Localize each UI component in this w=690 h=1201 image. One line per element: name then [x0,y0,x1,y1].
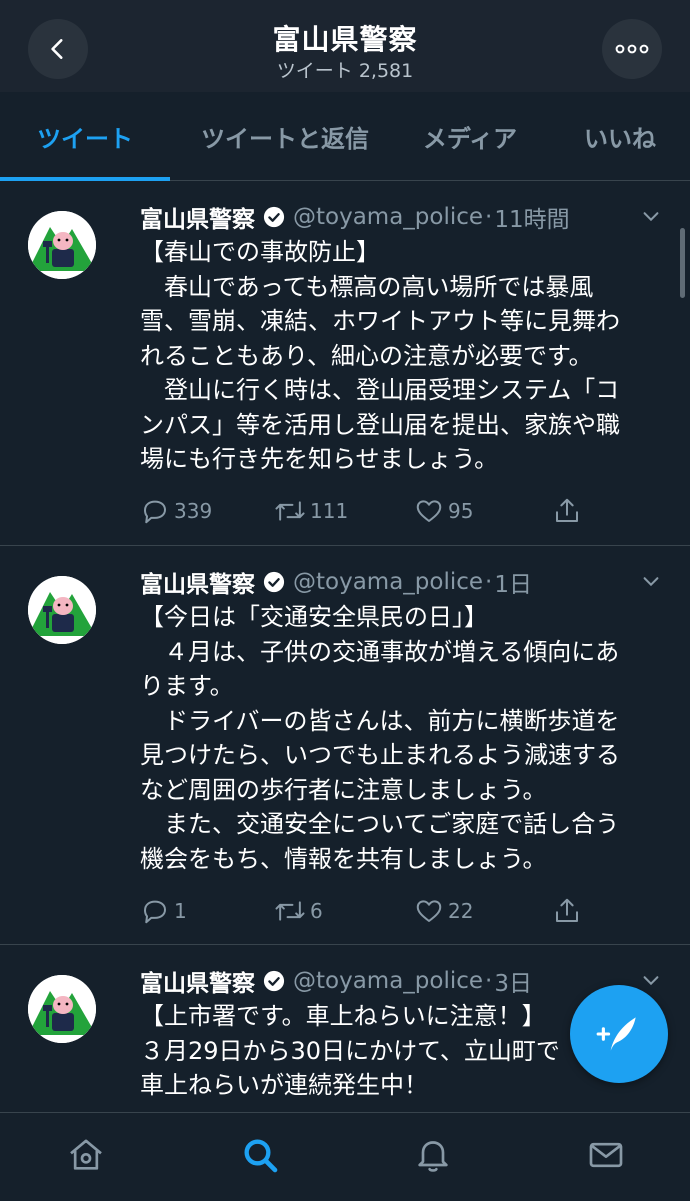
separator-dot: · [485,204,493,230]
tweet-line: 【今日は「交通安全県民の日」】 [140,603,488,631]
compose-tweet-icon [596,1017,636,1051]
tweet-line: など周囲の歩行者に注意しましょう。 [140,775,547,804]
profile-tabs: ツイート ツイートと返信 メディア いいね [0,92,690,181]
tweet-line: ドライバーの皆さんは、前方に横断歩道を [140,706,620,735]
retweet-count: 111 [310,499,349,523]
tweet-line: ンパス」等を活用し登山届を提出、家族や職 [140,410,620,439]
reply-icon [144,500,166,524]
share-icon [556,898,578,922]
police-mascot-avatar [28,975,96,1043]
home-icon [70,1139,102,1170]
retweet-icon [275,501,305,521]
reply-button[interactable]: 1 [140,896,187,926]
author-handle[interactable]: @toyama_police [293,968,483,994]
police-mascot-avatar [28,211,96,279]
separator-dot: · [485,569,493,595]
tab-tweets[interactable]: ツイート [0,92,170,181]
author-handle[interactable]: @toyama_police [293,204,483,230]
share-icon [556,498,578,522]
tweet-line: ります。 [140,672,234,700]
tweet-actions: 1 6 22 [140,891,590,931]
nav-messages[interactable] [584,1133,628,1177]
retweet-count: 6 [310,899,323,923]
verified-badge-icon [263,970,285,992]
tweet-count: ツイート 2,581 [276,60,414,82]
tweet-text: 【春山での事故防止】 春山であっても標高の高い場所では暴風 雪、雪崩、凍結、ホワ… [140,235,670,477]
tweet-line: 機会をもち、情報を共有しましょう。 [140,844,547,873]
heart-icon [416,500,442,522]
chevron-down-icon[interactable] [640,969,662,991]
tweet-line: 登山に行く時は、登山届受理システム「コ [140,376,620,404]
author-name[interactable]: 富山県警察 [140,565,255,599]
tweet-time[interactable]: 1日 [494,565,532,599]
retweet-button[interactable]: 111 [274,496,348,526]
search-icon [244,1139,278,1173]
share-button[interactable] [552,896,582,926]
separator-dot: · [485,968,493,994]
verified-badge-icon [263,206,285,228]
tweet-item[interactable]: 富山県警察 @toyama_police · 11時間 【春山での事故防止】 春… [0,181,690,546]
profile-header: 富山県警察 ツイート 2,581 [0,0,690,92]
like-count: 22 [448,899,474,923]
reply-button[interactable]: 339 [140,496,212,526]
tweet-time[interactable]: 11時間 [494,200,569,234]
tab-media[interactable]: メディア [405,92,535,180]
like-button[interactable]: 95 [414,496,473,526]
reply-count: 1 [174,899,187,923]
profile-name-title: 富山県警察 [272,23,418,56]
tweet-actions: 339 111 95 [140,491,590,531]
avatar[interactable] [28,211,96,279]
author-name[interactable]: 富山県警察 [140,200,255,234]
tweet-header: 富山県警察 @toyama_police · 1日 [140,562,532,602]
nav-notifications[interactable] [411,1133,455,1177]
tweet-line: れることもあり、細心の注意が必要です。 [140,341,593,370]
tweet-item[interactable]: 富山県警察 @toyama_police · 1日 【今日は「交通安全県民の日」… [0,546,690,945]
avatar[interactable] [28,576,96,644]
tweet-line: ４月は、子供の交通事故が増える傾向にあ [140,637,620,666]
tab-likes[interactable]: いいね [565,92,675,180]
tab-tweets-and-replies[interactable]: ツイートと返信 [180,92,390,180]
chevron-down-icon[interactable] [640,570,662,592]
scroll-indicator[interactable] [680,228,685,298]
bottom-tab-bar [0,1112,690,1201]
tweet-line: 雪、雪崩、凍結、ホワイトアウト等に見舞わ [140,307,620,335]
like-button[interactable]: 22 [414,896,473,926]
verified-badge-icon [263,571,285,593]
tweet-line: また、交通安全についてご家庭で話し合う [140,810,620,838]
nav-search[interactable] [238,1133,282,1177]
messages-envelope-icon [589,1142,623,1168]
tweet-line: 場にも行き先を知らせましょう。 [140,445,499,473]
tweet-line: 【春山での事故防止】 [140,238,380,266]
heart-icon [416,900,442,922]
reply-icon [144,900,166,924]
notifications-bell-icon [418,1141,448,1172]
chevron-down-icon[interactable] [640,205,662,227]
share-button[interactable] [552,496,582,526]
tweet-header: 富山県警察 @toyama_police · 11時間 [140,197,570,237]
nav-home[interactable] [64,1133,108,1177]
like-count: 95 [448,499,474,523]
author-name[interactable]: 富山県警察 [140,964,255,998]
more-horizontal-icon [615,44,649,54]
tweet-time[interactable]: 3日 [494,964,532,998]
more-button[interactable] [602,19,662,79]
compose-tweet-button[interactable] [570,985,668,1083]
tweet-header: 富山県警察 @toyama_police · 3日 [140,961,532,1001]
tweet-line: 春山であっても標高の高い場所では暴風 [140,272,594,301]
author-handle[interactable]: @toyama_police [293,569,483,595]
tweet-text: 【今日は「交通安全県民の日」】 ４月は、子供の交通事故が増える傾向にあ ります。… [140,600,670,876]
tweet-line: 見つけたら、いつでも止まれるよう減速する [140,741,620,769]
reply-count: 339 [174,499,213,523]
police-mascot-avatar [28,576,96,644]
avatar[interactable] [28,975,96,1043]
retweet-icon [275,901,305,921]
retweet-button[interactable]: 6 [274,896,323,926]
